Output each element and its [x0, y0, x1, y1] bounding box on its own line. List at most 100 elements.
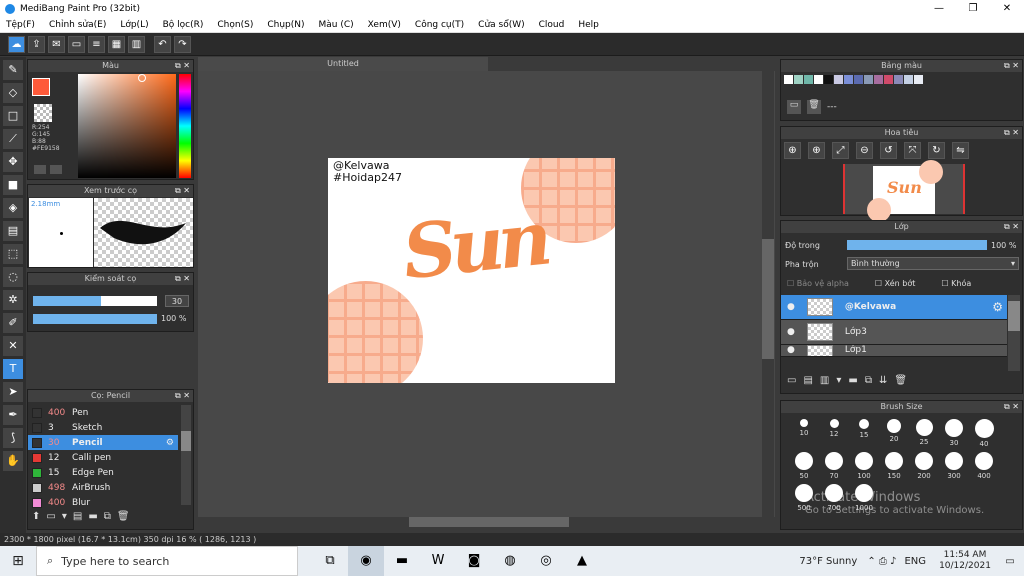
brush-menu-icon[interactable]: ▾	[62, 511, 67, 522]
share-icon[interactable]: ⇪	[28, 35, 45, 53]
trash-icon[interactable]: 🗑	[117, 511, 130, 522]
brush-size-option[interactable]: 70	[819, 452, 849, 480]
blend-mode-select[interactable]: Bình thường ▾	[847, 257, 1019, 270]
chrome-icon[interactable]: ◎	[528, 546, 564, 576]
flip-icon[interactable]: ⇋	[952, 142, 969, 159]
palette-swatch[interactable]	[794, 75, 803, 84]
palette-swatch[interactable]	[824, 75, 833, 84]
menu-cloud[interactable]: Cloud	[539, 20, 565, 30]
comic-grid-icon[interactable]: ▦	[108, 35, 125, 53]
add-brush-icon[interactable]: ⬆	[32, 511, 40, 522]
brush-item[interactable]: 12 Calli pen	[28, 450, 178, 465]
artboard[interactable]: @Kelvawa #Hoidap247 Sun	[328, 158, 615, 383]
divide-tool-icon[interactable]: ✒	[3, 405, 23, 425]
panel-close-icon[interactable]: ⧉ ✕	[175, 390, 190, 402]
brush-size-option[interactable]: 100	[849, 452, 879, 480]
lock-checkbox[interactable]: ☐ Khóa	[941, 279, 971, 288]
file-explorer-icon[interactable]: ▬	[384, 546, 420, 576]
reset-view-icon[interactable]: ⤧	[904, 142, 921, 159]
rotate-left-icon[interactable]: ↺	[880, 142, 897, 159]
folder-icon[interactable]: ▬	[848, 375, 857, 386]
fit-view-icon[interactable]: ⤢	[832, 142, 849, 159]
panel-close-icon[interactable]: ⧉ ✕	[1004, 60, 1019, 72]
menu-layer[interactable]: Lớp(L)	[120, 20, 148, 30]
palette-swatch[interactable]	[784, 75, 793, 84]
delete-palette-icon[interactable]: 🗑	[807, 100, 821, 114]
duplicate-layer-icon[interactable]: ⧉	[865, 375, 872, 386]
cloud-icon[interactable]: ☁	[8, 35, 25, 53]
menu-filter[interactable]: Bộ lọc(R)	[163, 20, 204, 30]
menu-tools[interactable]: Công cụ(T)	[415, 20, 464, 30]
notification-icon[interactable]: ▭	[996, 556, 1024, 567]
brush-size-option[interactable]: 10	[789, 419, 819, 448]
panel-close-icon[interactable]: ⧉ ✕	[1004, 127, 1019, 139]
menu-color[interactable]: Màu (C)	[319, 20, 354, 30]
layer-item[interactable]: ● Lớp1	[781, 345, 1007, 357]
zoom-icon[interactable]: ◙	[456, 546, 492, 576]
lasso-tool-icon[interactable]: ◌	[3, 267, 23, 287]
brush-size-option[interactable]: 50	[789, 452, 819, 480]
palette-swatch[interactable]	[844, 75, 853, 84]
palette-swatch[interactable]	[854, 75, 863, 84]
brush-size-option[interactable]: 20	[879, 419, 909, 448]
brush-item[interactable]: 3 Sketch	[28, 420, 178, 435]
saturation-brightness-picker[interactable]	[78, 74, 176, 178]
eyedropper-tool-icon[interactable]: ⟆	[3, 428, 23, 448]
palette-swatch[interactable]	[834, 75, 843, 84]
layer-menu-icon[interactable]: ▾	[836, 375, 841, 386]
menu-view[interactable]: Xem(V)	[368, 20, 401, 30]
menu-edit[interactable]: Chỉnh sửa(E)	[49, 20, 106, 30]
canvas-vertical-scrollbar[interactable]	[762, 71, 774, 517]
page-icon[interactable]: ▭	[68, 35, 85, 53]
operation-tool-icon[interactable]: ➤	[3, 382, 23, 402]
brush-size-option[interactable]: 300	[939, 452, 969, 480]
panel-close-icon[interactable]: ⧉ ✕	[175, 185, 190, 197]
new-brush-icon[interactable]: ▭	[46, 511, 55, 522]
redo-button[interactable]: ↷	[174, 35, 191, 53]
brush-size-option[interactable]: 12	[819, 419, 849, 448]
hue-slider[interactable]	[179, 74, 191, 178]
brush-item[interactable]: 15 Edge Pen	[28, 465, 178, 480]
gradient-tool-icon[interactable]: ▤	[3, 221, 23, 241]
brush-size-value[interactable]: 30	[165, 295, 189, 307]
color-wheel-icon[interactable]	[50, 165, 62, 174]
brush-size-option[interactable]: 150	[879, 452, 909, 480]
app-icon[interactable]: ◍	[492, 546, 528, 576]
menu-help[interactable]: Help	[578, 20, 599, 30]
select-eraser-icon[interactable]: ✕	[3, 336, 23, 356]
brush-size-slider[interactable]	[33, 296, 157, 306]
brush-tool-icon[interactable]: ✎	[3, 60, 23, 80]
merge-layer-icon[interactable]: ⇊	[879, 375, 887, 386]
select-pen-icon[interactable]: ✐	[3, 313, 23, 333]
fill-rect-tool-icon[interactable]: ■	[3, 175, 23, 195]
brush-settings-icon[interactable]: ▤	[73, 511, 82, 522]
palette-swatch[interactable]	[874, 75, 883, 84]
menu-select[interactable]: Chọn(S)	[217, 20, 253, 30]
document-tab[interactable]: Untitled	[198, 57, 488, 71]
text-tool-icon[interactable]: T	[3, 359, 23, 379]
gear-icon[interactable]: ⚙	[992, 300, 1003, 314]
palette-swatch[interactable]	[864, 75, 873, 84]
new-palette-icon[interactable]: ▭	[787, 100, 801, 114]
zoom-in-icon[interactable]: ⊕	[784, 142, 801, 159]
palette-swatch[interactable]	[894, 75, 903, 84]
move-tool-icon[interactable]: ✥	[3, 152, 23, 172]
new-halftone-layer-icon[interactable]: ▤	[803, 375, 812, 386]
taskbar-search[interactable]: ⌕ Type here to search	[36, 546, 298, 576]
eye-icon[interactable]: ●	[787, 302, 795, 312]
eye-icon[interactable]: ●	[787, 327, 795, 337]
brush-item[interactable]: 400 Pen	[28, 405, 178, 420]
palette-swatch[interactable]	[804, 75, 813, 84]
clipping-checkbox[interactable]: ☐ Xén bớt	[875, 279, 915, 288]
gear-icon[interactable]: ⚙	[166, 438, 174, 448]
eraser-tool-icon[interactable]: ◇	[3, 83, 23, 103]
zoom-out-icon[interactable]: ⊖	[856, 142, 873, 159]
layer-opacity-slider[interactable]	[847, 240, 987, 250]
panel-close-icon[interactable]: ⧉ ✕	[1004, 221, 1019, 233]
windows-start-icon[interactable]: ⊞	[0, 546, 36, 576]
line-tool-icon[interactable]: ⟋	[3, 129, 23, 149]
trash-icon[interactable]: 🗑	[894, 375, 907, 386]
grid-icon[interactable]: ▥	[128, 35, 145, 53]
medibang-taskbar-icon[interactable]: ◉	[348, 546, 384, 576]
foreground-color-swatch[interactable]	[32, 78, 50, 96]
